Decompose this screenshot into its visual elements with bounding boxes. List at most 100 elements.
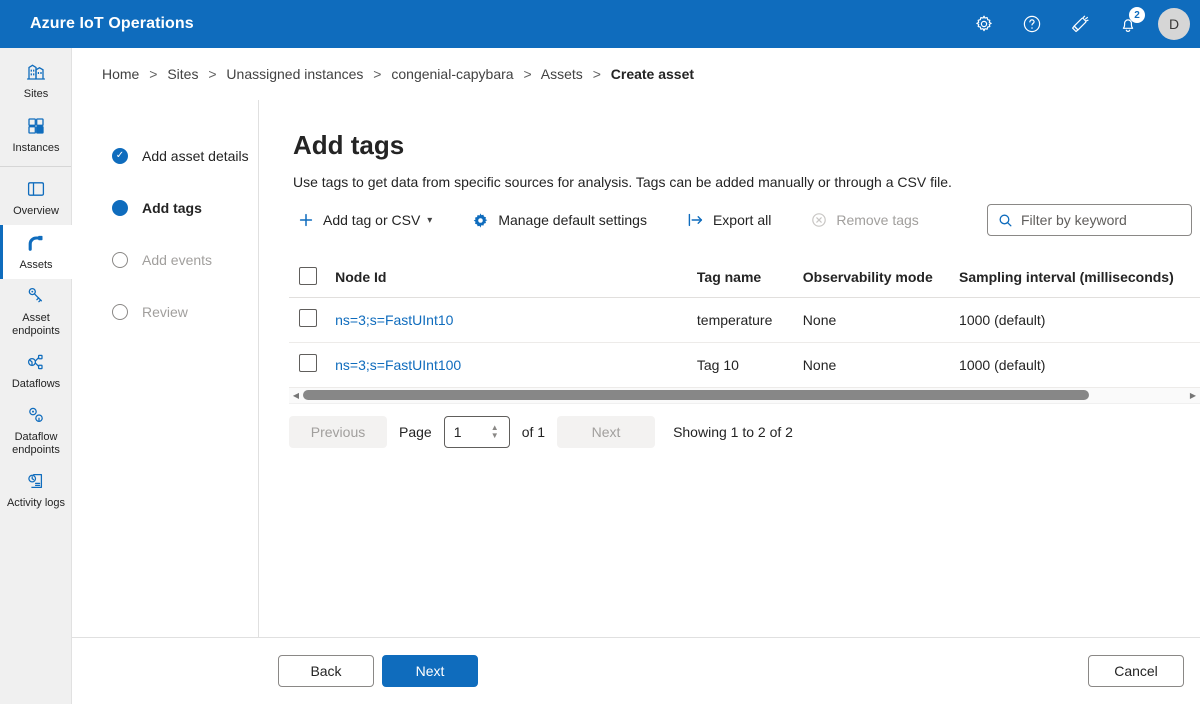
column-header-sampling-interval[interactable]: Sampling interval (milliseconds) [959,258,1200,297]
cell-observability-mode: None [803,297,959,342]
showing-count-label: Showing 1 to 2 of 2 [673,424,793,440]
select-all-checkbox[interactable] [299,267,317,285]
sidebar-item-label: Activity logs [7,497,65,510]
scrollbar-thumb[interactable] [303,390,1089,400]
stepper-arrows[interactable]: ▲ ▼ [485,424,505,440]
export-all-label: Export all [713,212,771,228]
filter-search-box[interactable] [987,204,1192,236]
cell-tag-name: Tag 10 [697,342,803,387]
sidebar-item-label: Dataflow endpoints [3,431,69,456]
remove-circle-icon [811,212,827,228]
sidebar-item-asset-endpoints[interactable]: Asset endpoints [0,279,72,344]
sidebar-item-label: Dataflows [12,378,60,391]
column-header-tag-name[interactable]: Tag name [697,258,803,297]
instances-icon [25,115,47,137]
scrollbar-trough[interactable] [303,390,1186,400]
page-label: Page [399,424,432,440]
feedback-icon[interactable] [1056,0,1104,48]
sidebar-item-instances[interactable]: Instances [0,108,72,162]
sidebar-item-sites[interactable]: Sites [0,54,72,108]
row-select-cell [289,297,335,342]
node-id-link[interactable]: ns=3;s=FastUInt10 [335,312,453,328]
wizard-step-label: Add events [142,252,212,268]
breadcrumb-item-assets[interactable]: Assets [541,66,583,82]
manage-default-settings-button[interactable]: Manage default settings [463,204,656,236]
table-row[interactable]: ns=3;s=FastUInt10 temperature None 1000 … [289,297,1200,342]
breadcrumb-item-instance[interactable]: congenial-capybara [391,66,513,82]
assets-icon [25,232,47,254]
breadcrumb-item-current: Create asset [611,66,694,82]
column-header-node-id[interactable]: Node Id [335,258,697,297]
step-pending-icon [112,304,128,320]
cell-node-id: ns=3;s=FastUInt100 [335,342,697,387]
sidebar-item-assets[interactable]: Assets [0,225,72,279]
avatar[interactable]: D [1158,8,1190,40]
sidebar-item-label: Overview [13,205,59,218]
wizard-step-label: Add asset details [142,148,249,164]
breadcrumb-separator: > [373,66,381,82]
wizard-step-label: Review [142,304,188,320]
sidebar-item-label: Assets [19,259,52,272]
add-tag-or-csv-button[interactable]: Add tag or CSV ▾ [289,204,441,236]
sidebar-item-label: Sites [24,88,48,101]
scroll-left-arrow-icon[interactable]: ◀ [289,391,303,400]
sidebar-item-overview[interactable]: Overview [0,171,72,225]
step-complete-icon: ✓ [112,148,128,164]
table-row[interactable]: ns=3;s=FastUInt100 Tag 10 None 1000 (def… [289,342,1200,387]
breadcrumb-bar: Home > Sites > Unassigned instances > co… [72,48,1200,100]
dataflows-icon [25,351,47,373]
row-select-cell [289,342,335,387]
page-number-stepper[interactable]: ▲ ▼ [444,416,510,448]
next-button[interactable]: Next [382,655,478,687]
notifications-icon[interactable]: 2 [1104,0,1152,48]
search-input[interactable] [1021,212,1176,228]
settings-icon[interactable] [960,0,1008,48]
page-description: Use tags to get data from specific sourc… [293,174,1200,190]
remove-tags-label: Remove tags [836,212,918,228]
row-checkbox[interactable] [299,354,317,372]
wizard-step-label: Add tags [142,200,202,216]
sidebar-item-dataflow-endpoints[interactable]: Dataflow endpoints [0,398,72,463]
page-number-input[interactable] [445,424,485,440]
breadcrumb-separator: > [208,66,216,82]
wizard-step-add-tags[interactable]: Add tags [72,182,258,234]
breadcrumb-item-home[interactable]: Home [102,66,139,82]
scroll-right-arrow-icon[interactable]: ▶ [1186,391,1200,400]
cancel-button[interactable]: Cancel [1088,655,1184,687]
add-tag-or-csv-label: Add tag or CSV [323,212,420,228]
pagination: Previous Page ▲ ▼ of 1 Next Showing 1 to… [289,416,1200,448]
horizontal-scrollbar[interactable]: ◀ ▶ [289,388,1200,404]
wizard-step-add-asset-details[interactable]: ✓ Add asset details [72,130,258,182]
export-all-button[interactable]: Export all [678,204,780,236]
column-header-observability-mode[interactable]: Observability mode [803,258,959,297]
remove-tags-button[interactable]: Remove tags [802,204,927,236]
dataflow-endpoints-icon [25,404,47,426]
sidebar-item-label: Instances [12,142,59,155]
cell-sampling-interval: 1000 (default) [959,297,1200,342]
gear-icon [472,212,489,229]
tags-table: Node Id Tag name Observability mode Samp… [289,258,1200,388]
wizard-step-add-events[interactable]: Add events [72,234,258,286]
wizard-steps: ✓ Add asset details Add tags Add events … [72,100,259,637]
sidebar-item-label: Asset endpoints [3,312,69,337]
node-id-link[interactable]: ns=3;s=FastUInt100 [335,357,461,373]
chevron-down-icon[interactable]: ▼ [491,432,499,440]
sites-icon [25,61,47,83]
sidebar-item-activity-logs[interactable]: Activity logs [0,463,72,517]
previous-page-button[interactable]: Previous [289,416,387,448]
cell-observability-mode: None [803,342,959,387]
table-body: ns=3;s=FastUInt10 temperature None 1000 … [289,297,1200,387]
table-toolbar: Add tag or CSV ▾ Manage default settings… [289,203,1192,237]
next-page-button[interactable]: Next [557,416,655,448]
row-checkbox[interactable] [299,309,317,327]
breadcrumb-item-unassigned-instances[interactable]: Unassigned instances [226,66,363,82]
sidebar-item-dataflows[interactable]: Dataflows [0,344,72,398]
wizard-step-review[interactable]: Review [72,286,258,338]
sidebar-divider [0,166,71,167]
table-header: Node Id Tag name Observability mode Samp… [289,258,1200,297]
export-icon [687,212,704,228]
back-button[interactable]: Back [278,655,374,687]
help-icon[interactable] [1008,0,1056,48]
page-total-label: of 1 [522,424,545,440]
breadcrumb-item-sites[interactable]: Sites [167,66,198,82]
